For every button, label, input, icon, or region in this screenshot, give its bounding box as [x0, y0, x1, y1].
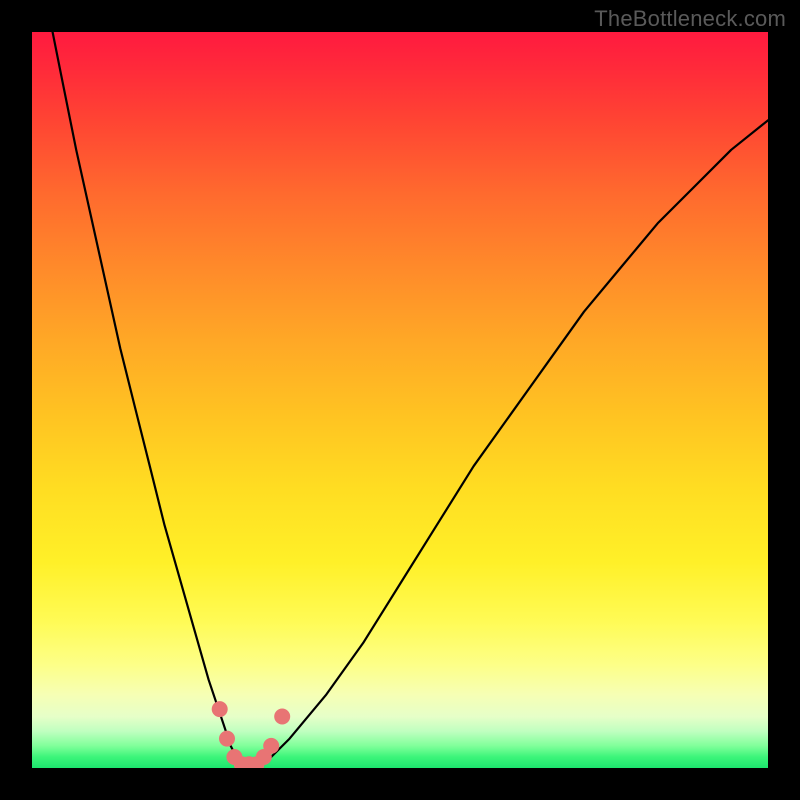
- bottleneck-curve: [32, 32, 768, 768]
- marker-dot: [274, 709, 290, 725]
- chart-svg: [32, 32, 768, 768]
- marker-dot: [219, 731, 235, 747]
- plot-area: [32, 32, 768, 768]
- highlighted-points: [212, 701, 291, 768]
- watermark-text: TheBottleneck.com: [594, 6, 786, 32]
- chart-frame: TheBottleneck.com: [0, 0, 800, 800]
- marker-dot: [212, 701, 228, 717]
- marker-dot: [263, 738, 279, 754]
